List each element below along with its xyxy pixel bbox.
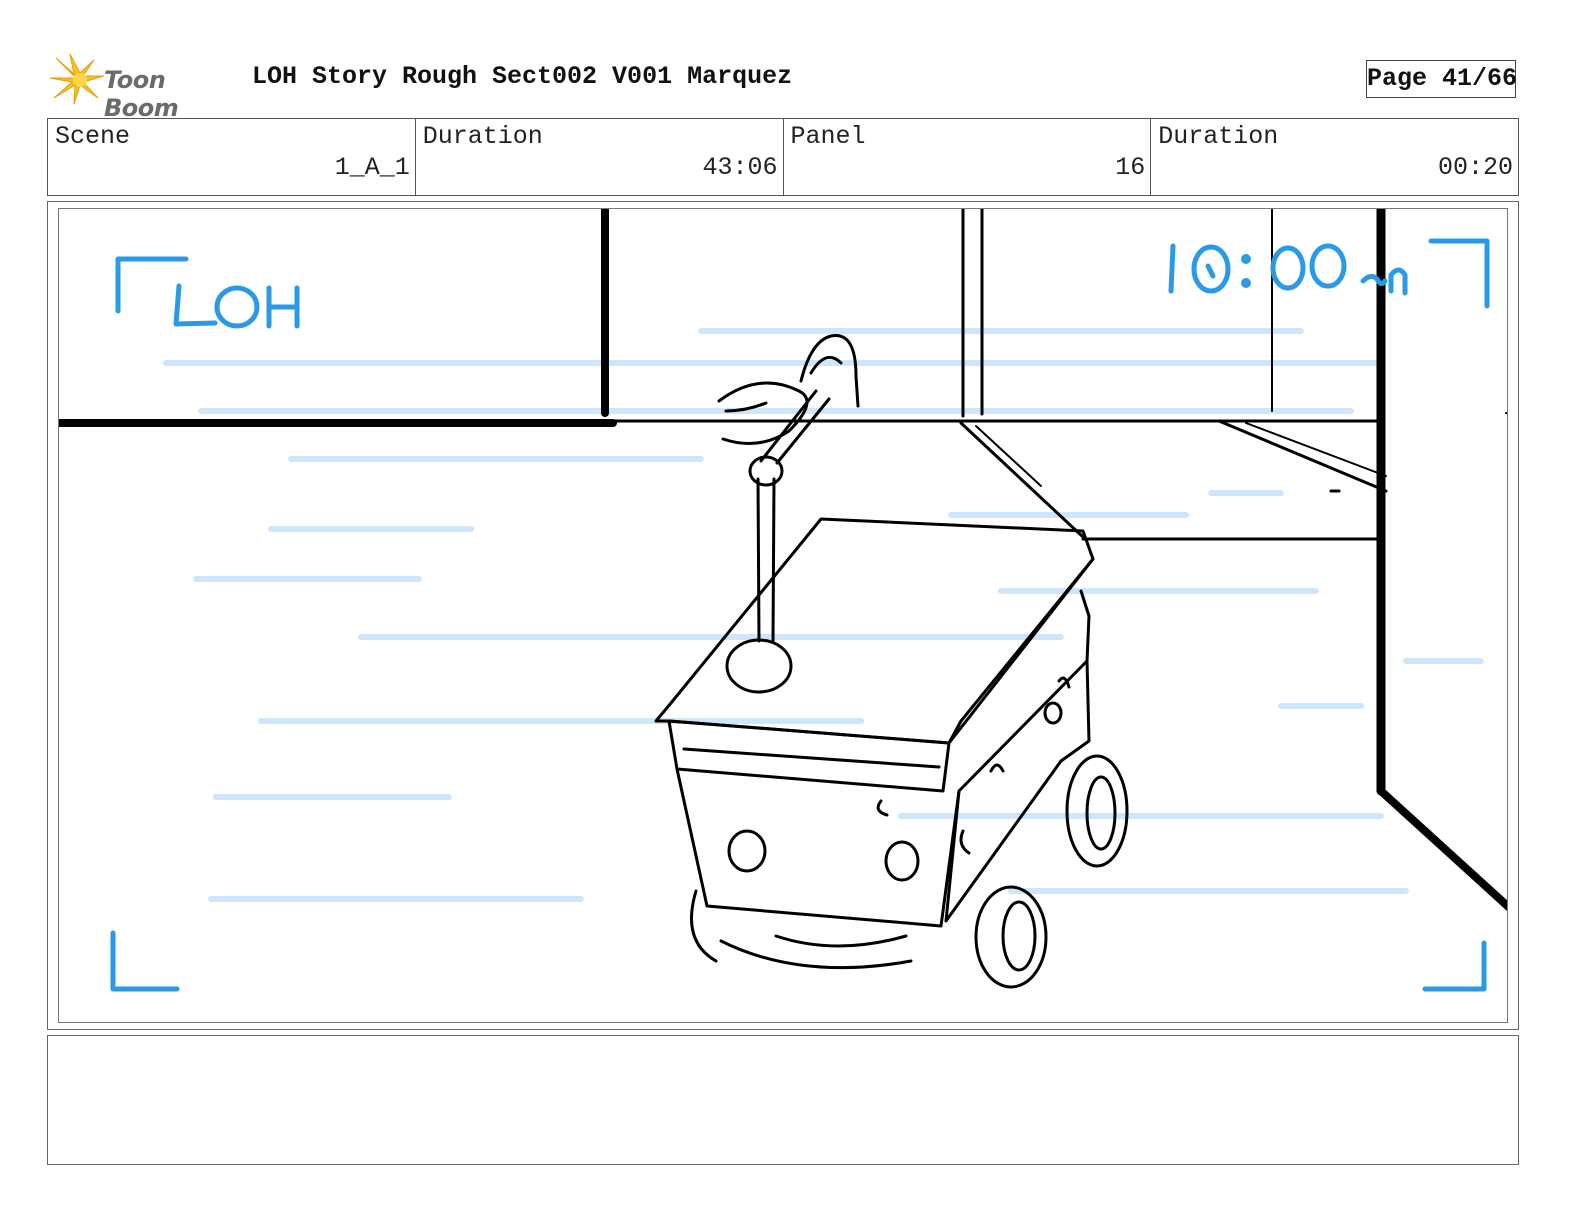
scene-info-row: Scene 1_A_1 Duration 43:06 Panel 16 Dura… bbox=[47, 118, 1519, 196]
page-indicator: Page 41/66 bbox=[1366, 60, 1517, 98]
scene-duration-cell: Duration 43:06 bbox=[416, 119, 784, 195]
panel-sketch bbox=[59, 209, 1507, 992]
panel-duration-label: Duration bbox=[1158, 122, 1279, 151]
handwritten-time bbox=[1168, 243, 1408, 296]
panel-duration-value: 00:20 bbox=[1437, 153, 1513, 182]
scene-duration-label: Duration bbox=[422, 122, 543, 151]
speed-lines bbox=[163, 328, 1484, 902]
panel-notes bbox=[47, 1035, 1519, 1165]
logo-text: Toon Boom bbox=[104, 66, 179, 122]
panel-cell: Panel 16 bbox=[784, 119, 1152, 195]
document-title: LOH Story Rough Sect002 V001 Marquez bbox=[252, 62, 793, 91]
starburst-icon bbox=[49, 53, 105, 105]
scene-value: 1_A_1 bbox=[334, 153, 410, 182]
panel-value: 16 bbox=[1115, 153, 1146, 182]
scene-duration-value: 43:06 bbox=[702, 153, 778, 182]
handwritten-loh bbox=[173, 283, 300, 329]
scene-label: Scene bbox=[55, 122, 131, 151]
storyboard-panel bbox=[58, 208, 1508, 1023]
background-lines bbox=[59, 209, 1507, 911]
panel-duration-cell: Duration 00:20 bbox=[1151, 119, 1518, 195]
toon-boom-logo: Toon Boom bbox=[49, 53, 240, 122]
panel-label: Panel bbox=[790, 122, 866, 151]
scene-cell: Scene 1_A_1 bbox=[48, 119, 416, 195]
frame-corner-marks bbox=[110, 238, 1490, 992]
